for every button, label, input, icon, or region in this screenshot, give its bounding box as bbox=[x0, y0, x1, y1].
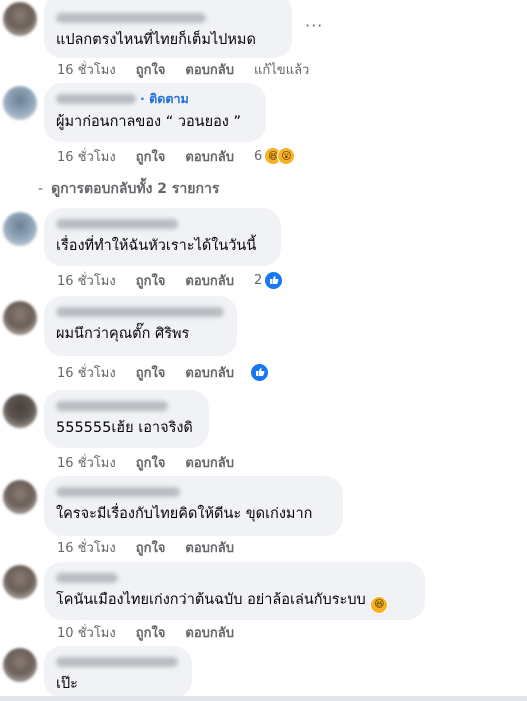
name-row: · ติดตาม bbox=[56, 90, 254, 108]
more-dots-icon[interactable]: ··· bbox=[305, 16, 323, 35]
timestamp[interactable]: 10 ชั่วโมง bbox=[57, 622, 116, 643]
avatar[interactable] bbox=[3, 394, 37, 428]
like-button[interactable]: ถูกใจ bbox=[136, 622, 166, 643]
avatar[interactable] bbox=[3, 565, 37, 599]
commenter-name-blurred[interactable] bbox=[56, 94, 136, 104]
timestamp[interactable]: 16 ชั่วโมง bbox=[57, 537, 116, 558]
reply-button[interactable]: ตอบกลับ bbox=[185, 362, 234, 383]
timestamp[interactable]: 16 ชั่วโมง bbox=[57, 452, 116, 473]
reply-button[interactable]: ตอบกลับ bbox=[185, 270, 234, 291]
comment-bubble: เป๊ะ bbox=[44, 646, 192, 698]
reaction-count: 2 bbox=[254, 272, 263, 288]
like-thumb-icon bbox=[264, 270, 284, 290]
comment-text: 555555เฮ้ย เอาจริงดิ bbox=[56, 420, 193, 436]
comment-bubble: ผมนึกว่าคุณตั๊ก ศิริพร bbox=[44, 296, 237, 356]
thread-line: - bbox=[38, 181, 44, 197]
comment-bubble: โคนันเมืองไทยเก่งกว่าต้นฉบับ อย่าล้อเล่น… bbox=[44, 562, 425, 620]
comment-bubble: ใครจะมีเรื่องกับไทยคิดให้ดีนะ ขุดเก่งมาก bbox=[44, 476, 343, 536]
reaction-count: 6 bbox=[254, 148, 263, 164]
follow-link[interactable]: · ติดตาม bbox=[140, 89, 189, 109]
wow-emoji: 😮 bbox=[277, 147, 296, 165]
reaction-summary[interactable]: 2 bbox=[254, 270, 284, 290]
comment-text: ผู้มาก่อนกาลของ “ วอนยอง ” bbox=[56, 114, 242, 130]
comment-bubble: · ติดตาม ผู้มาก่อนกาลของ “ วอนยอง ” bbox=[44, 83, 266, 142]
like-button[interactable]: ถูกใจ bbox=[136, 537, 166, 558]
like-thumb-icon[interactable] bbox=[250, 362, 270, 382]
commenter-name-blurred[interactable] bbox=[56, 487, 180, 497]
bottom-divider bbox=[0, 696, 527, 701]
comment-text: ใครจะมีเรื่องกับไทยคิดให้ดีนะ ขุดเก่งมาก bbox=[56, 506, 313, 522]
comment-text: เป๊ะ bbox=[56, 676, 78, 692]
comment-actions: 16 ชั่วโมง ถูกใจ ตอบกลับ bbox=[57, 362, 270, 383]
reply-button[interactable]: ตอบกลับ bbox=[185, 622, 234, 643]
commenter-name-blurred[interactable] bbox=[56, 13, 206, 23]
comment-text: โคนันเมืองไทยเก่งกว่าต้นฉบับ อย่าล้อเล่น… bbox=[56, 591, 413, 614]
comment-actions: 16 ชั่วโมง ถูกใจ ตอบกลับ bbox=[57, 538, 254, 556]
comment-text: แปลกตรงไหนที่ไทยก็เต็มไปหมด bbox=[56, 32, 256, 48]
reaction-summary[interactable]: 6 😆 😮 bbox=[254, 147, 296, 165]
commenter-name-blurred[interactable] bbox=[56, 573, 118, 583]
avatar[interactable] bbox=[3, 2, 37, 36]
comment-text: ผมนึกว่าคุณตั๊ก ศิริพร bbox=[56, 326, 190, 342]
edited-label: แก้ไขแล้ว bbox=[254, 62, 310, 78]
comment-actions: 16 ชั่วโมง ถูกใจ ตอบกลับ แก้ไขแล้ว bbox=[57, 60, 329, 78]
like-button[interactable]: ถูกใจ bbox=[136, 59, 166, 80]
laugh-emoji: 😆 bbox=[370, 595, 389, 614]
view-replies-label: ดูการตอบกลับทั้ง 2 รายการ bbox=[51, 181, 220, 197]
comment-actions: 16 ชั่วโมง ถูกใจ ตอบกลับ bbox=[57, 453, 254, 471]
avatar[interactable] bbox=[3, 301, 37, 335]
avatar[interactable] bbox=[3, 480, 37, 514]
comment-actions: 16 ชั่วโมง ถูกใจ ตอบกลับ 2 bbox=[57, 270, 284, 291]
like-button[interactable]: ถูกใจ bbox=[136, 362, 166, 383]
timestamp[interactable]: 16 ชั่วโมง bbox=[57, 362, 116, 383]
reply-button[interactable]: ตอบกลับ bbox=[185, 452, 234, 473]
comment-actions: 10 ชั่วโมง ถูกใจ ตอบกลับ bbox=[57, 623, 254, 641]
avatar[interactable] bbox=[3, 86, 37, 120]
commenter-name-blurred[interactable] bbox=[56, 657, 178, 667]
like-button[interactable]: ถูกใจ bbox=[136, 270, 166, 291]
comment-text: เรื่องที่ทำให้ฉันหัวเราะได้ในวันนี้ bbox=[56, 238, 257, 254]
comment-bubble: แปลกตรงไหนที่ไทยก็เต็มไปหมด bbox=[44, 0, 292, 58]
avatar[interactable] bbox=[3, 212, 37, 246]
comment-bubble: 555555เฮ้ย เอาจริงดิ bbox=[44, 390, 209, 448]
reply-button[interactable]: ตอบกลับ bbox=[185, 537, 234, 558]
reply-button[interactable]: ตอบกลับ bbox=[185, 146, 234, 167]
avatar[interactable] bbox=[3, 648, 37, 682]
comment-actions: 16 ชั่วโมง ถูกใจ ตอบกลับ 6 😆 😮 bbox=[57, 146, 296, 167]
reply-button[interactable]: ตอบกลับ bbox=[185, 59, 234, 80]
commenter-name-blurred[interactable] bbox=[56, 401, 168, 411]
comment-text-body: โคนันเมืองไทยเก่งกว่าต้นฉบับ อย่าล้อเล่น… bbox=[56, 592, 366, 608]
like-button[interactable]: ถูกใจ bbox=[136, 452, 166, 473]
timestamp[interactable]: 16 ชั่วโมง bbox=[57, 270, 116, 291]
commenter-name-blurred[interactable] bbox=[56, 307, 224, 317]
timestamp[interactable]: 16 ชั่วโมง bbox=[57, 59, 116, 80]
commenter-name-blurred[interactable] bbox=[56, 219, 178, 229]
timestamp[interactable]: 16 ชั่วโมง bbox=[57, 146, 116, 167]
comment-bubble: เรื่องที่ทำให้ฉันหัวเราะได้ในวันนี้ bbox=[44, 208, 281, 266]
view-replies-link[interactable]: - ดูการตอบกลับทั้ง 2 รายการ bbox=[38, 178, 219, 200]
like-button[interactable]: ถูกใจ bbox=[136, 146, 166, 167]
